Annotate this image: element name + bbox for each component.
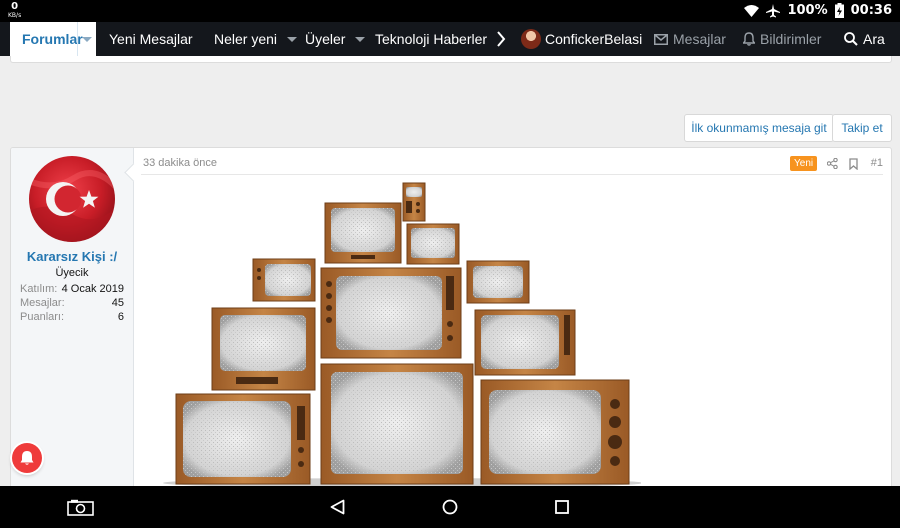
- wifi-icon: [744, 4, 760, 17]
- stat-joined-value: 4 Ocak 2019: [61, 283, 124, 295]
- bookmark-icon[interactable]: [849, 158, 858, 170]
- bell-icon: [20, 451, 34, 465]
- tv-small-right: [406, 223, 460, 265]
- nav-username: ConfickerBelasi: [545, 31, 643, 47]
- stat-messages-label: Mesajlar:: [20, 297, 65, 309]
- author-avatar[interactable]: [29, 156, 115, 242]
- nav-scroll-right[interactable]: [496, 22, 506, 56]
- post-timestamp[interactable]: 33 dakika önce: [143, 157, 217, 169]
- network-speed-value: 0: [11, 1, 19, 12]
- nav-tab-forums[interactable]: Forumlar: [10, 22, 96, 56]
- network-speed-unit: KB/s: [8, 12, 22, 19]
- notification-bell-button[interactable]: [12, 443, 42, 473]
- nav-messages[interactable]: Mesajlar: [654, 22, 726, 56]
- first-unread-button[interactable]: İlk okunmamış mesaja git: [684, 114, 834, 142]
- author-username[interactable]: Kararsız Kişi :/: [11, 249, 133, 264]
- stat-joined-label: Katılım:: [20, 283, 58, 295]
- chevron-right-icon: [497, 31, 506, 47]
- home-icon[interactable]: [442, 499, 458, 515]
- tv-tiny: [402, 182, 426, 222]
- nav-search[interactable]: Ara: [844, 22, 885, 56]
- tv-right-medium: [474, 309, 576, 376]
- author-user-title: Üyecik: [55, 267, 89, 279]
- nav-item-new-posts[interactable]: Yeni Mesajlar: [109, 22, 193, 56]
- post-message: Kararsız Kişi :/ Üyecik Katılım: 4 Ocak …: [10, 147, 892, 489]
- clock: 00:36: [850, 3, 892, 18]
- tv-bottom-right: [480, 379, 630, 485]
- user-avatar: [521, 29, 541, 49]
- stat-points: Puanları: 6: [20, 311, 124, 323]
- tv-bottom-left: [175, 393, 311, 485]
- turkish-flag-avatar-image: [29, 156, 115, 242]
- content-card-edge: [10, 56, 892, 63]
- tv-right-small: [466, 260, 530, 304]
- nav-item-tech-news[interactable]: Teknoloji Haberleri: [375, 22, 487, 56]
- android-navigation-bar: [0, 486, 900, 528]
- network-speed: 0 KB/s: [8, 2, 21, 20]
- nav-tab-forums-dropdown[interactable]: [77, 22, 96, 56]
- airplane-icon: [766, 3, 781, 17]
- nav-item-whats-new-label: Neler yeni: [214, 31, 278, 47]
- recents-icon[interactable]: [555, 500, 569, 514]
- tv-bottom-center: [320, 363, 474, 485]
- follow-button[interactable]: Takip et: [832, 114, 892, 142]
- nav-item-tech-news-label: Teknoloji Haberleri: [375, 31, 487, 47]
- nav-messages-label: Mesajlar: [673, 31, 726, 47]
- tv-small-top: [324, 202, 402, 264]
- android-status-bar: 0 KB/s 100% 00:36: [0, 0, 900, 22]
- stat-messages-value: 45: [111, 297, 124, 309]
- nav-item-members[interactable]: Üyeler: [305, 22, 366, 56]
- chevron-down-icon[interactable]: [355, 36, 366, 42]
- envelope-icon: [654, 33, 668, 45]
- nav-item-members-label: Üyeler: [305, 31, 346, 47]
- back-icon[interactable]: [330, 499, 345, 515]
- post-image-vintage-tvs[interactable]: [161, 178, 641, 488]
- nav-alerts-label: Bildirimler: [760, 31, 822, 47]
- new-badge: Yeni: [790, 156, 818, 171]
- forum-navbar: Forumlar Yeni Mesajlar Neler yeni Üyeler…: [0, 22, 900, 56]
- chevron-down-icon: [82, 36, 92, 42]
- sidebar-pointer: [124, 163, 143, 182]
- tv-center-large: [320, 267, 462, 359]
- tv-left-medium: [211, 307, 316, 391]
- stat-points-label: Puanları:: [20, 311, 65, 323]
- bell-icon: [743, 32, 755, 46]
- camera-icon[interactable]: [67, 499, 94, 516]
- search-icon: [844, 32, 858, 46]
- nav-alerts[interactable]: Bildirimler: [743, 22, 821, 56]
- share-icon[interactable]: [827, 158, 838, 169]
- tv-left-small: [252, 258, 316, 302]
- stat-messages: Mesajlar: 45: [20, 297, 124, 309]
- chevron-down-icon[interactable]: [287, 36, 298, 42]
- nav-tab-forums-label: Forumlar: [22, 31, 83, 47]
- nav-item-new-posts-label: Yeni Mesajlar: [109, 31, 193, 47]
- post-user-sidebar: Kararsız Kişi :/ Üyecik Katılım: 4 Ocak …: [11, 148, 143, 488]
- post-number[interactable]: #1: [871, 157, 883, 169]
- nav-search-label: Ara: [863, 31, 885, 47]
- battery-percent: 100%: [787, 3, 828, 18]
- nav-item-whats-new[interactable]: Neler yeni: [214, 22, 298, 56]
- stat-points-value: 6: [117, 311, 124, 323]
- post-header: 33 dakika önce Yeni #1: [141, 156, 883, 175]
- stat-joined: Katılım: 4 Ocak 2019: [20, 283, 124, 295]
- nav-user-account[interactable]: ConfickerBelasi: [521, 22, 642, 56]
- battery-charging-icon: [834, 3, 844, 18]
